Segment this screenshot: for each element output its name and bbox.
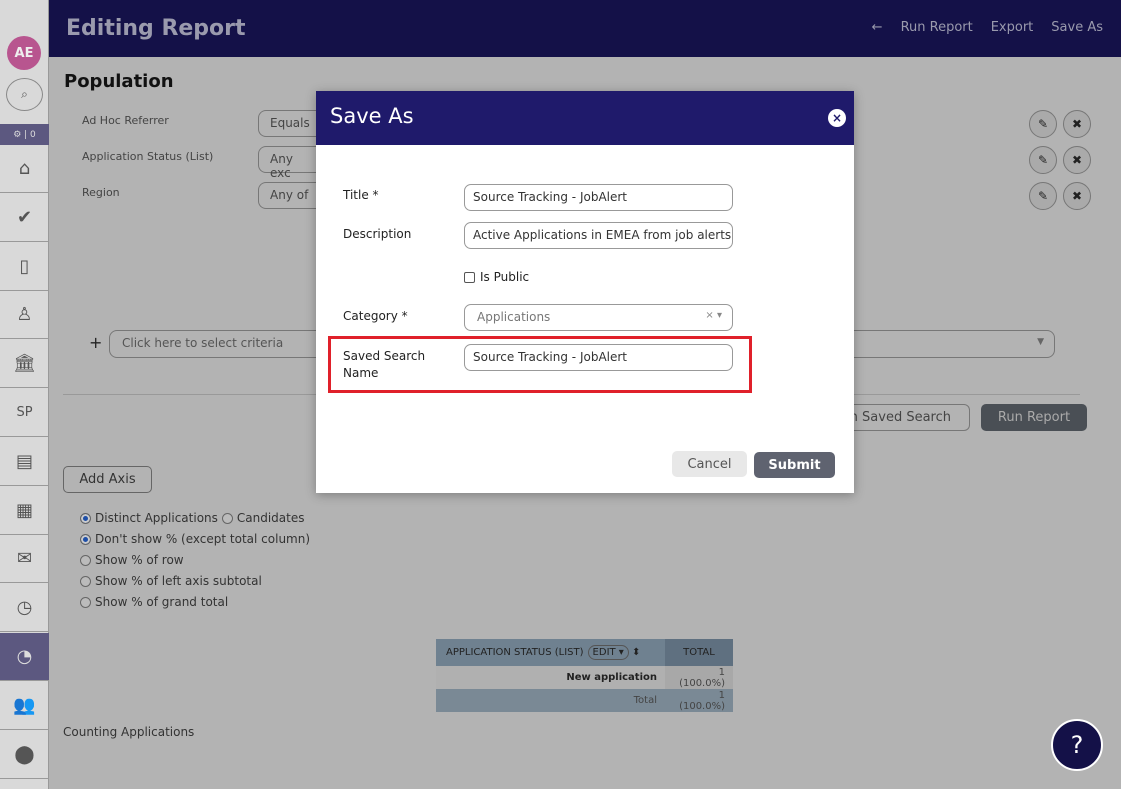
category-select[interactable]: Applications × ▾ xyxy=(464,304,733,331)
radio-show-row[interactable] xyxy=(80,555,91,566)
is-public-checkbox[interactable] xyxy=(464,271,475,283)
radio-label: Show % of left axis subtotal xyxy=(95,574,262,588)
candidate-icon[interactable]: ♙ xyxy=(0,291,49,340)
saved-search-label: Saved Search Name xyxy=(343,349,426,380)
radio-label: Candidates xyxy=(236,511,305,525)
add-criteria-icon[interactable]: + xyxy=(89,333,102,352)
table-row: Total 1 (100.0%) xyxy=(436,689,733,712)
description-input[interactable]: Active Applications in EMEA from job ale… xyxy=(464,222,733,249)
counting-label: Counting Applications xyxy=(63,725,195,739)
page-title: Editing Report xyxy=(66,16,246,41)
remove-icon[interactable]: ✖ xyxy=(1063,110,1091,138)
total-header: TOTAL xyxy=(665,639,733,666)
save-as-dialog: Save As × Title * Source Tracking - JobA… xyxy=(316,91,854,493)
edit-icon[interactable]: ✎ xyxy=(1029,146,1057,174)
radio-label: Distinct Applications xyxy=(95,511,218,525)
radio-show-left[interactable] xyxy=(80,576,91,587)
row-label: New application xyxy=(436,666,665,689)
title-input[interactable]: Source Tracking - JobAlert xyxy=(464,184,733,211)
is-public-label: Is Public xyxy=(480,270,530,284)
save-as-link[interactable]: Save As xyxy=(1051,20,1103,35)
help-button[interactable]: ? xyxy=(1051,719,1103,771)
users-icon[interactable]: 👥 xyxy=(0,682,49,730)
home-icon[interactable]: ⌂ xyxy=(0,145,49,193)
criteria-label: Application Status (List) xyxy=(82,150,214,163)
radio-candidates[interactable] xyxy=(221,513,233,524)
settings-badge[interactable]: ⚙ | 0 xyxy=(0,124,49,145)
description-label: Description xyxy=(343,227,412,241)
location-icon[interactable]: ⬤ xyxy=(0,731,49,779)
header: Editing Report ← Run Report Export Save … xyxy=(49,0,1121,57)
radio-dont-show[interactable] xyxy=(80,534,91,545)
category-label: Category * xyxy=(343,309,408,323)
sp-label[interactable]: SP xyxy=(0,389,49,437)
clear-chevron-icon[interactable]: × ▾ xyxy=(705,310,722,321)
criteria-placeholder: Click here to select criteria xyxy=(122,336,284,350)
sidebar: AE ⌕ ⚙ | 0 ⌂ ✔ ▯ ♙ 🏛 SP ▤ ▦ ✉ ◷ ◔ 👥 ⬤ xyxy=(0,0,49,789)
row-label: Total xyxy=(436,689,665,712)
saved-search-input[interactable]: Source Tracking - JobAlert xyxy=(464,344,733,371)
back-arrow-icon[interactable]: ← xyxy=(872,20,883,35)
run-report-button[interactable]: Run Report xyxy=(981,404,1087,431)
check-icon[interactable]: ✔ xyxy=(0,194,49,242)
title-label: Title * xyxy=(343,188,379,202)
bank-icon[interactable]: 🏛 xyxy=(0,340,49,389)
criteria-label: Ad Hoc Referrer xyxy=(82,114,169,127)
add-axis-button[interactable]: Add Axis xyxy=(63,466,152,493)
dialog-title: Save As xyxy=(330,104,414,128)
reports-pie-icon[interactable]: ◔ xyxy=(0,633,49,681)
edit-dropdown[interactable]: EDIT ▾ xyxy=(587,645,629,660)
criteria-label: Region xyxy=(82,186,120,199)
document-icon[interactable]: ▯ xyxy=(0,243,49,291)
clock-icon[interactable]: ◷ xyxy=(0,584,49,633)
chevron-down-icon: ▼ xyxy=(1037,337,1044,347)
job-board-icon[interactable]: ▤ xyxy=(0,438,49,486)
search-icon[interactable]: ⌕ xyxy=(6,78,43,111)
remove-icon[interactable]: ✖ xyxy=(1063,146,1091,174)
radio-label: Don't show % (except total column) xyxy=(95,532,311,546)
edit-icon[interactable]: ✎ xyxy=(1029,182,1057,210)
population-heading: Population xyxy=(64,71,174,92)
radio-label: Show % of row xyxy=(95,553,184,567)
close-icon[interactable]: × xyxy=(828,109,846,127)
row-value: 1 (100.0%) xyxy=(665,689,733,712)
mail-icon[interactable]: ✉ xyxy=(0,535,49,584)
edit-icon[interactable]: ✎ xyxy=(1029,110,1057,138)
run-report-link[interactable]: Run Report xyxy=(901,20,973,35)
column-header: APPLICATION STATUS (LIST) EDIT ▾ ⬍ xyxy=(436,639,665,666)
calendar-icon[interactable]: ▦ xyxy=(0,487,49,535)
avatar[interactable]: AE xyxy=(7,36,41,70)
export-link[interactable]: Export xyxy=(991,20,1034,35)
cancel-button[interactable]: Cancel xyxy=(672,451,747,477)
radio-show-grand[interactable] xyxy=(80,597,91,608)
radio-distinct-applications[interactable] xyxy=(80,513,91,524)
radio-label: Show % of grand total xyxy=(95,595,229,609)
row-value: 1 (100.0%) xyxy=(665,666,733,689)
report-table: APPLICATION STATUS (LIST) EDIT ▾ ⬍ TOTAL N… xyxy=(436,639,733,712)
table-row: New application 1 (100.0%) xyxy=(436,666,733,689)
remove-icon[interactable]: ✖ xyxy=(1063,182,1091,210)
submit-button[interactable]: Submit xyxy=(754,452,835,478)
sort-icon[interactable]: ⬍ xyxy=(632,647,640,658)
